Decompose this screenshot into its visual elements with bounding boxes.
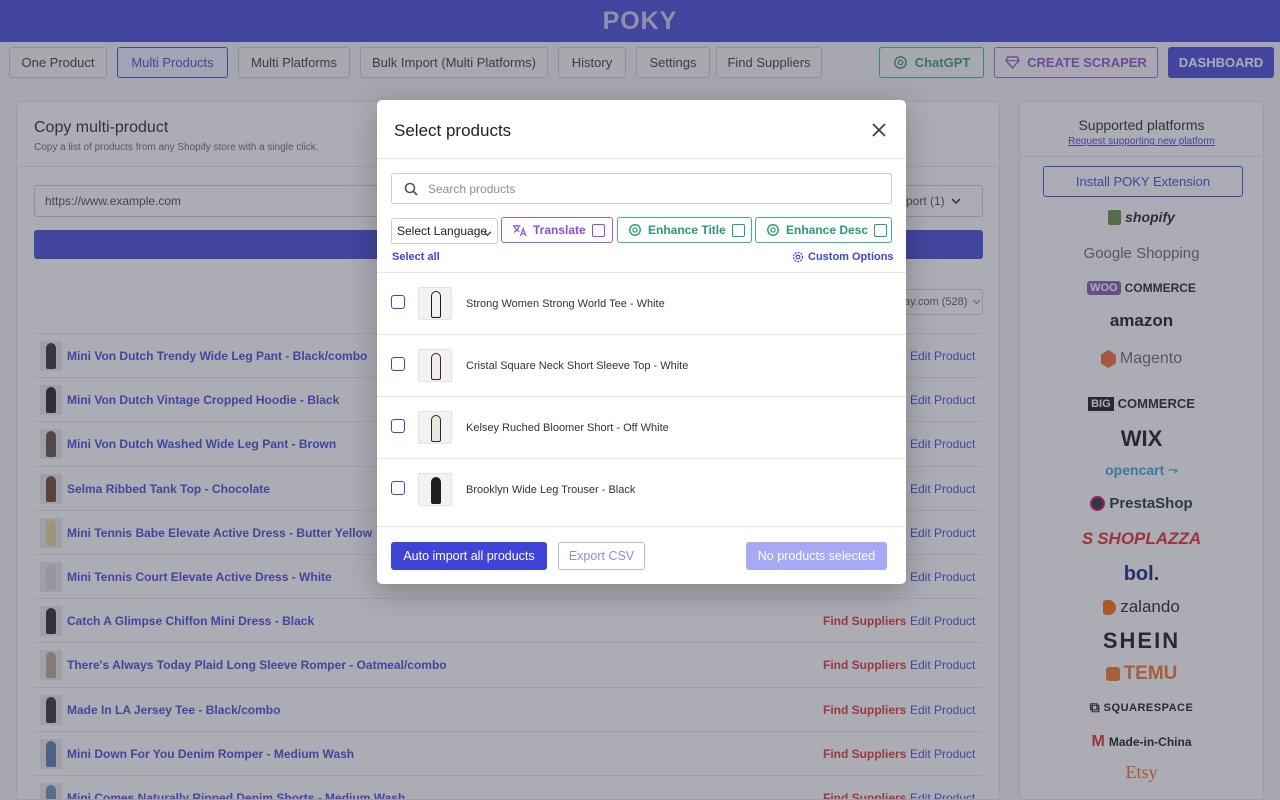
openai-icon [766, 223, 780, 237]
product-thumbnail [418, 349, 452, 382]
product-name: Strong Women Strong World Tee - White [466, 298, 665, 310]
custom-options-label: Custom Options [808, 251, 894, 263]
list-item[interactable]: Kelsey Ruched Bloomer Short - Off White [377, 396, 906, 458]
search-input[interactable] [428, 181, 868, 196]
product-checkbox[interactable] [391, 295, 405, 309]
list-item[interactable]: Cristal Square Neck Short Sleeve Top - W… [377, 334, 906, 396]
enhance-title-checkbox[interactable] [731, 223, 745, 237]
select-all-link[interactable]: Select all [392, 251, 440, 263]
openai-icon [628, 223, 642, 237]
translate-checkbox[interactable] [591, 223, 605, 237]
close-icon [871, 122, 887, 138]
product-name: Kelsey Ruched Bloomer Short - Off White [466, 422, 669, 434]
search-field[interactable] [391, 173, 892, 204]
divider [377, 526, 906, 527]
enhance-desc-checkbox[interactable] [874, 223, 888, 237]
modal-title: Select products [394, 121, 512, 140]
translate-label: Translate [533, 223, 586, 237]
product-checkbox[interactable] [391, 481, 405, 495]
custom-options-link[interactable]: Custom Options [792, 251, 894, 263]
product-checkbox[interactable] [391, 419, 405, 433]
select-products-modal: Select products Select Language Translat… [377, 100, 906, 584]
list-item[interactable]: Strong Women Strong World Tee - White [377, 272, 906, 334]
chevron-down-icon [483, 226, 492, 240]
enhance-title-toggle[interactable]: Enhance Title [617, 217, 752, 243]
divider [377, 158, 906, 159]
import-selected-button[interactable]: No products selected [746, 542, 887, 570]
auto-import-button[interactable]: Auto import all products [391, 542, 547, 570]
list-item[interactable]: Brooklyn Wide Leg Trouser - Black [377, 458, 906, 520]
gear-icon [792, 251, 804, 263]
product-thumbnail [418, 473, 452, 506]
enhance-desc-label: Enhance Desc [786, 223, 869, 237]
product-name: Brooklyn Wide Leg Trouser - Black [466, 484, 636, 496]
modal-product-list: Strong Women Strong World Tee - White Cri… [377, 272, 906, 521]
search-icon [404, 182, 418, 196]
product-checkbox[interactable] [391, 357, 405, 371]
product-name: Cristal Square Neck Short Sleeve Top - W… [466, 360, 689, 372]
translate-toggle[interactable]: Translate [501, 217, 613, 243]
product-thumbnail [418, 411, 452, 444]
close-button[interactable] [867, 118, 891, 142]
enhance-desc-toggle[interactable]: Enhance Desc [755, 217, 892, 243]
product-thumbnail [418, 287, 452, 320]
language-select[interactable]: Select Language [391, 218, 498, 244]
export-csv-button[interactable]: Export CSV [558, 542, 645, 570]
language-select-value: Select Language [397, 224, 488, 238]
translate-icon [512, 224, 527, 237]
enhance-title-label: Enhance Title [648, 223, 726, 237]
